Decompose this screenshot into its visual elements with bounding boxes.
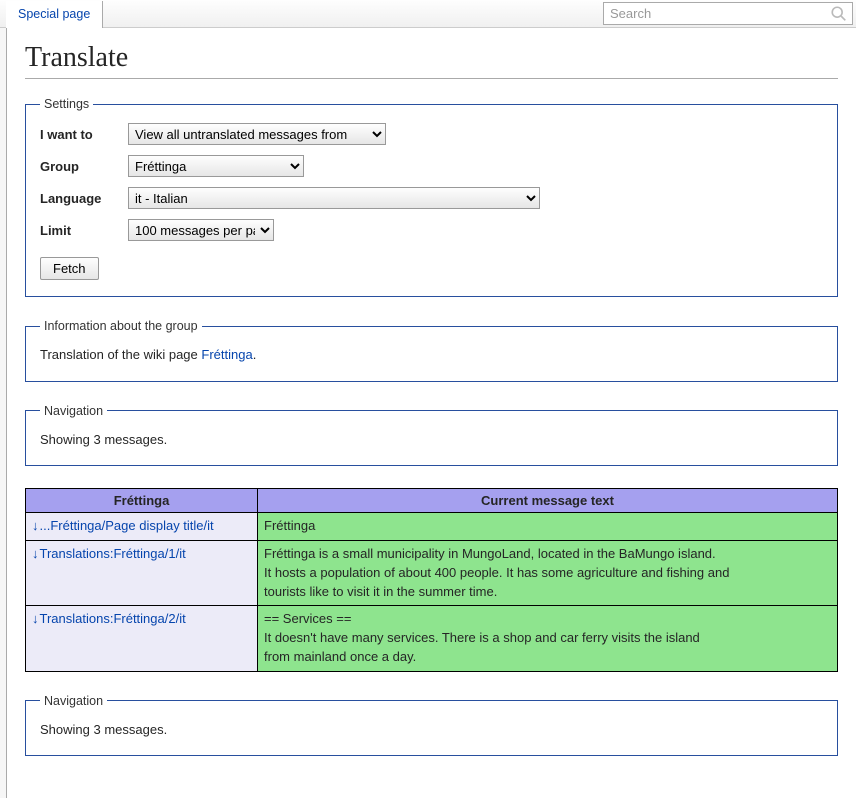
label-language: Language: [40, 191, 128, 206]
cell-key: ↓...Fréttinga/Page display title/it: [26, 513, 258, 541]
row-group: Group Fréttinga: [40, 155, 823, 177]
page-title: Translate: [25, 42, 838, 79]
row-limit: Limit 100 messages per page: [40, 219, 823, 241]
table-header-key: Fréttinga: [26, 489, 258, 513]
navigation-top-fieldset: Navigation Showing 3 messages.: [25, 404, 838, 467]
label-action: I want to: [40, 127, 128, 142]
cell-text: Fréttinga is a small municipality in Mun…: [258, 540, 838, 606]
select-group[interactable]: Fréttinga: [128, 155, 304, 177]
navigation-top-legend: Navigation: [40, 404, 107, 418]
down-arrow-icon[interactable]: ↓: [32, 518, 39, 533]
down-arrow-icon[interactable]: ↓: [32, 546, 39, 561]
settings-legend: Settings: [40, 97, 93, 111]
navigation-bottom-legend: Navigation: [40, 694, 107, 708]
down-arrow-icon[interactable]: ↓: [32, 611, 39, 626]
select-action[interactable]: View all untranslated messages from: [128, 123, 386, 145]
row-action: I want to View all untranslated messages…: [40, 123, 823, 145]
group-info-link[interactable]: Fréttinga: [201, 347, 252, 362]
top-bar: Special page: [0, 0, 856, 28]
label-limit: Limit: [40, 223, 128, 238]
navigation-bottom-fieldset: Navigation Showing 3 messages.: [25, 694, 838, 757]
table-row: ↓Translations:Fréttinga/2/it == Services…: [26, 606, 838, 672]
search-input[interactable]: [604, 4, 830, 23]
search-icon[interactable]: [830, 5, 848, 23]
group-info-text: Translation of the wiki page Fréttinga.: [40, 345, 823, 365]
message-link[interactable]: Translations:Fréttinga/1/it: [40, 546, 186, 561]
navigation-bottom-text: Showing 3 messages.: [40, 720, 823, 740]
messages-table: Fréttinga Current message text ↓...Frétt…: [25, 488, 838, 672]
search-container: [603, 2, 853, 25]
label-group: Group: [40, 159, 128, 174]
select-language[interactable]: it - Italian: [128, 187, 540, 209]
select-limit[interactable]: 100 messages per page: [128, 219, 274, 241]
cell-text: == Services == It doesn't have many serv…: [258, 606, 838, 672]
group-info-suffix: .: [253, 347, 257, 362]
group-info-fieldset: Information about the group Translation …: [25, 319, 838, 382]
group-info-prefix: Translation of the wiki page: [40, 347, 201, 362]
tab-special-page[interactable]: Special page: [6, 1, 103, 28]
table-row: ↓Translations:Fréttinga/1/it Fréttinga i…: [26, 540, 838, 606]
cell-key: ↓Translations:Fréttinga/1/it: [26, 540, 258, 606]
fetch-button[interactable]: Fetch: [40, 257, 99, 280]
group-info-legend: Information about the group: [40, 319, 202, 333]
table-header-row: Fréttinga Current message text: [26, 489, 838, 513]
cell-text: Fréttinga: [258, 513, 838, 541]
message-link[interactable]: Translations:Fréttinga/2/it: [40, 611, 186, 626]
table-row: ↓...Fréttinga/Page display title/it Frét…: [26, 513, 838, 541]
message-link[interactable]: ...Fréttinga/Page display title/it: [40, 518, 214, 533]
row-language: Language it - Italian: [40, 187, 823, 209]
navigation-top-text: Showing 3 messages.: [40, 430, 823, 450]
content-area: Translate Settings I want to View all un…: [6, 28, 856, 798]
table-header-text: Current message text: [258, 489, 838, 513]
cell-key: ↓Translations:Fréttinga/2/it: [26, 606, 258, 672]
settings-fieldset: Settings I want to View all untranslated…: [25, 97, 838, 297]
